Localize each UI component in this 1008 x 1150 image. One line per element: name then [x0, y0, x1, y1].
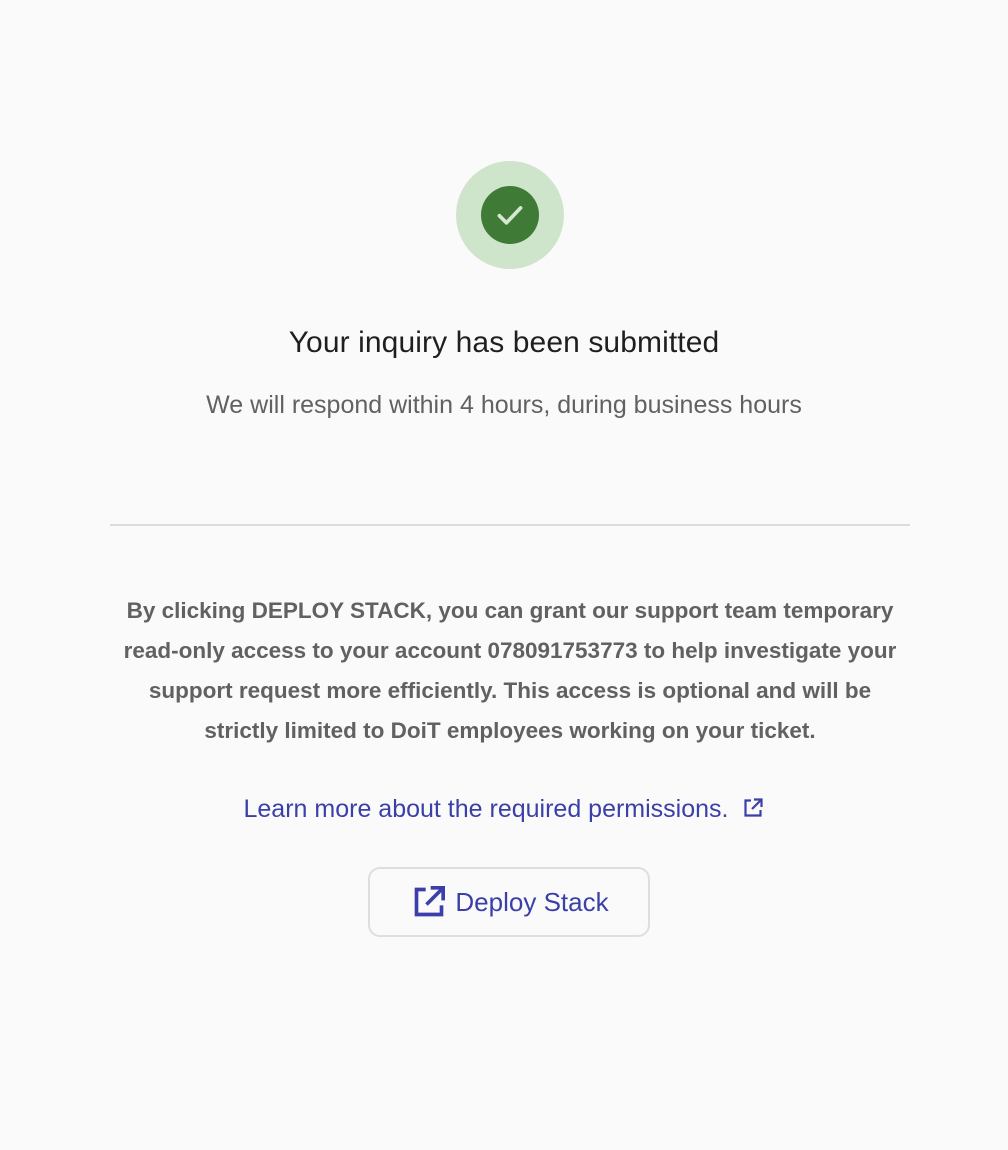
learn-more-link[interactable]: Learn more about the required permission… — [0, 795, 1008, 827]
deploy-stack-button[interactable]: Deploy Stack — [368, 867, 650, 937]
external-link-icon — [741, 796, 765, 827]
open-in-new-icon — [409, 882, 449, 922]
learn-more-label: Learn more about the required permission… — [243, 795, 729, 823]
page-title: Your inquiry has been submitted — [288, 326, 720, 359]
deploy-stack-label: Deploy Stack — [455, 886, 609, 917]
access-description: By clicking DEPLOY STACK, you can grant … — [123, 598, 897, 743]
success-badge — [456, 161, 564, 269]
page-subtitle: We will respond within 4 hours, during b… — [206, 391, 802, 419]
check-circle-icon — [481, 186, 539, 244]
section-divider — [110, 524, 910, 526]
